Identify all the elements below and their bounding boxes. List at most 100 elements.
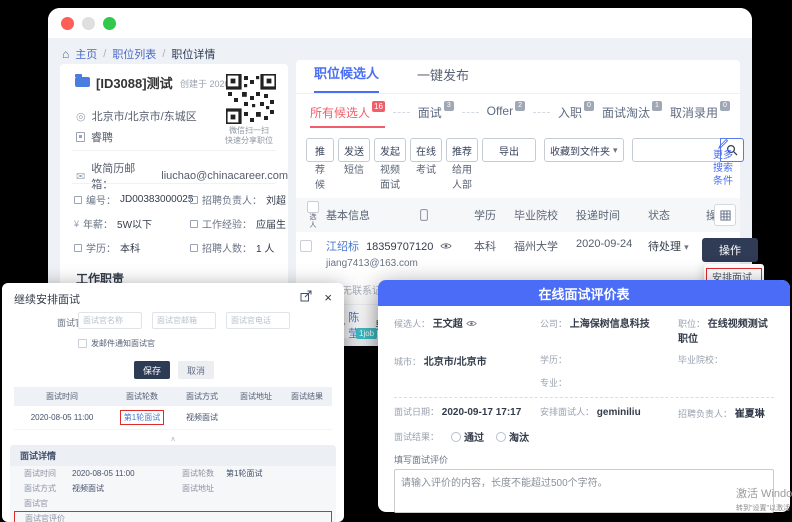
button-overflow-text: 荐 [315, 165, 325, 177]
count-badge: 2 [515, 101, 525, 111]
field-label: 城市： [394, 357, 421, 367]
subtab-offer[interactable]: Offer2 [487, 104, 525, 123]
row-checkbox[interactable] [300, 240, 312, 252]
subtab-separator [533, 112, 550, 113]
field-label: 专业： [540, 378, 567, 388]
field-label: 招聘负责人： [202, 192, 262, 207]
interviewer-phone-input[interactable] [226, 312, 290, 329]
expand-icon[interactable] [300, 290, 312, 302]
folder-icon [75, 77, 90, 87]
candidate-row: 江绍标 18359707120 jiang7413@163.com 本科 福州大… [296, 232, 740, 276]
search-input[interactable] [632, 138, 720, 162]
candidate-name-link[interactable]: 江绍标 [326, 241, 359, 253]
close-window-button[interactable] [61, 17, 74, 30]
candidate-status-dropdown[interactable]: 待处理 ▾ [648, 238, 706, 254]
subtab-onboard[interactable]: 入职0 [558, 104, 594, 126]
online-exam-button[interactable]: 在线 [410, 138, 442, 162]
export-button[interactable]: 导出 [482, 138, 536, 162]
col-apply-date: 投递时间 [576, 207, 648, 223]
modal-title: 继续安排面试 [14, 291, 80, 307]
more-search-conditions[interactable]: 更多 搜索 条件 [708, 138, 738, 188]
count-badge: 0 [720, 101, 730, 111]
job-location-row: ◎ 北京市/北京市/东城区 [76, 108, 197, 124]
count-badge: 3 [444, 101, 454, 111]
count-badge: 1 [652, 101, 662, 111]
field-label: 招聘人数： [202, 240, 252, 255]
owner-icon [190, 196, 198, 204]
recommend-candidate-button[interactable]: 推 [306, 138, 334, 162]
interview-detail-panel: 面试详情 面试时间2020-08-05 11:00 面试轮数第1轮面试 面试方式… [10, 445, 336, 522]
home-icon[interactable]: ⌂ [62, 47, 69, 61]
location-icon: ◎ [76, 110, 86, 123]
salary-icon: ¥ [74, 219, 79, 229]
field-label: 公司： [540, 319, 567, 329]
job-company: 睿聘 [91, 129, 113, 145]
interview-round-link[interactable]: 第1轮面试 [120, 410, 164, 425]
radio-icon[interactable] [496, 432, 506, 442]
checkbox-icon [78, 339, 87, 348]
detail-row: 面试官 [10, 496, 336, 511]
interviewer-name-input[interactable] [78, 312, 142, 329]
notify-interviewer-checkbox[interactable]: 发邮件通知面试官 [78, 338, 155, 349]
eye-icon[interactable] [466, 320, 477, 327]
radio-icon[interactable] [451, 432, 461, 442]
field-label: 招聘负责人： [678, 409, 732, 419]
breadcrumb-home[interactable]: 主页 [75, 46, 97, 62]
interview-detail-title: 面试详情 [10, 445, 336, 466]
favorite-folder-dropdown[interactable]: 收藏到文件夹 ▾ [544, 138, 624, 162]
online-interview-evaluation-modal: 在线面试评价表 候选人： 王文超 公司： 上海保树信息科技 职位： 在线视频测试… [378, 280, 790, 512]
breadcrumb-job-detail: 职位详情 [171, 46, 215, 62]
result-option-fail[interactable]: 淘汰 [496, 429, 529, 444]
field-value: 1 人 [256, 240, 274, 255]
field-label: 面试日期： [394, 407, 439, 417]
job-fields: 编号： JD00383000025 招聘负责人： 刘超 ¥ 年薪： 5W以下 工… [74, 192, 276, 255]
subtab-interview-rejected[interactable]: 面试淘汰1 [602, 104, 662, 126]
subtab-all-candidates[interactable]: 所有候选人16 [310, 104, 385, 128]
candidate-degree: 本科 [474, 238, 514, 254]
start-video-interview-button[interactable]: 发起 [374, 138, 406, 162]
job-title: [ID3088]测试 [96, 73, 173, 92]
button-overflow-text: 考试 [416, 165, 436, 177]
job-company-row: 睿聘 [76, 129, 113, 145]
interview-mode: 视频面试 [174, 412, 230, 423]
button-overflow-text: 给用 [452, 165, 472, 177]
recruiting-owner: 崔夏琳 [735, 409, 765, 420]
select-all-column: 选人 [300, 201, 326, 229]
interviewer-email-input[interactable] [152, 312, 216, 329]
close-icon[interactable]: × [324, 290, 332, 305]
panel-tabs: 职位候选人 一键发布 [296, 60, 740, 94]
minimize-window-button[interactable] [82, 17, 95, 30]
breadcrumb-job-list[interactable]: 职位列表 [112, 46, 156, 62]
select-all-checkbox[interactable] [307, 201, 319, 213]
toolbar-col: 导出 [482, 138, 536, 162]
tab-one-click-publish[interactable]: 一键发布 [417, 65, 469, 93]
rounds-table-row: 2020-08-05 11:00 第1轮面试 视频面试 [14, 406, 332, 430]
company-name: 上海保树信息科技 [570, 319, 650, 330]
col-degree: 学历 [474, 207, 514, 223]
candidate-school: 福州大学 [514, 238, 576, 254]
subtab-offer-cancelled[interactable]: 取消录用0 [670, 104, 730, 126]
button-overflow-text: 短信 [344, 165, 364, 177]
collapse-caret-icon[interactable]: ∧ [2, 435, 344, 443]
column-settings-button[interactable] [714, 204, 736, 226]
schedule-interview-modal: 继续安排面试 × 面试官 发邮件通知面试官 保存 取消 面试时间 面试轮数 面试… [2, 283, 344, 522]
subtab-interview[interactable]: 面试3 [418, 104, 454, 126]
mail-icon: ✉ [76, 170, 85, 183]
action-button[interactable]: 操作 [702, 238, 758, 262]
eye-icon[interactable] [440, 242, 452, 250]
cancel-button[interactable]: 取消 [178, 361, 214, 379]
candidate-apply-date: 2020-09-24 [576, 238, 648, 250]
col-basic-info: 基本信息 [326, 207, 370, 223]
breadcrumb-separator: / [103, 48, 106, 60]
evaluation-textarea[interactable] [394, 469, 774, 513]
detail-row: 面试时间2020-08-05 11:00 面试轮数第1轮面试 [10, 466, 336, 481]
result-option-pass[interactable]: 通过 [451, 429, 484, 444]
toolbar-col: 发送 短信 [338, 138, 370, 177]
candidates-toolbar: 推 荐 候 发送 短信 发起 视频 面试 在线 考试 推 [306, 138, 744, 192]
save-button[interactable]: 保存 [134, 361, 170, 379]
tab-job-candidates[interactable]: 职位候选人 [314, 63, 379, 93]
window-titlebar [48, 8, 752, 38]
maximize-window-button[interactable] [103, 17, 116, 30]
recommend-to-dept-button[interactable]: 推荐 [446, 138, 478, 162]
send-sms-button[interactable]: 发送 [338, 138, 370, 162]
